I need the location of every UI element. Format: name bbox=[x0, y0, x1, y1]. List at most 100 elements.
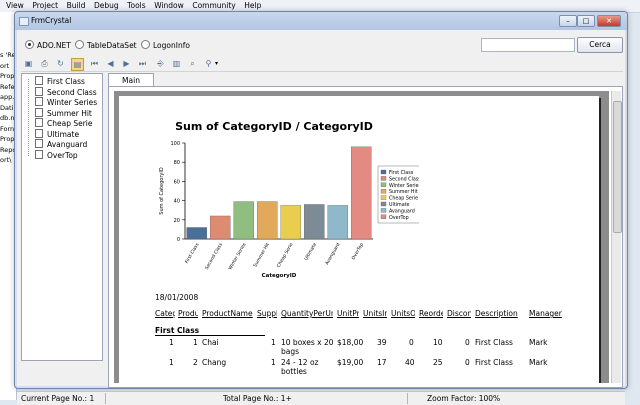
tree-item-summer-hit[interactable]: Summer Hit bbox=[22, 107, 102, 119]
radio-dot bbox=[141, 40, 150, 49]
radio-dot-selected bbox=[25, 40, 34, 49]
cell-unit-price: $18,00 bbox=[337, 338, 364, 347]
maximize-button[interactable]: □ bbox=[577, 15, 595, 27]
frmcrystal-window: FrmCrystal – □ ✕ ADO.NET TableDataSet Lo… bbox=[14, 11, 628, 405]
legend-swatch bbox=[380, 176, 387, 181]
search-icon[interactable]: ⌕ bbox=[187, 58, 198, 69]
legend-swatch bbox=[380, 182, 387, 187]
bar bbox=[209, 215, 231, 240]
chevron-down-icon[interactable]: ▾ bbox=[215, 58, 218, 69]
cell-units-on-order: 40 bbox=[405, 358, 415, 367]
bar bbox=[186, 227, 208, 240]
next-page-icon[interactable]: ▶ bbox=[121, 58, 132, 69]
tab-main-report[interactable]: Main Report bbox=[108, 73, 154, 98]
tree-item-label: Second Class bbox=[47, 87, 97, 97]
close-button[interactable]: ✕ bbox=[597, 15, 621, 27]
col-header-quantity: QuantityPerUni bbox=[281, 309, 333, 318]
col-header-units-in-stock: UnitsIn bbox=[363, 309, 387, 318]
legend-label: Winter Series bbox=[389, 183, 419, 189]
group-underline bbox=[155, 335, 265, 336]
y-tick-label: 100 bbox=[170, 141, 180, 147]
print-icon[interactable]: ⎙ bbox=[39, 58, 50, 69]
bar-chart: 0 20 40 60 80 100 Sum of CategoryID First Class… bbox=[159, 141, 419, 279]
y-tick-label: 60 bbox=[174, 179, 180, 185]
export-icon[interactable]: ▣ bbox=[23, 58, 34, 69]
page-icon bbox=[35, 139, 43, 148]
scrollbar-thumb[interactable] bbox=[613, 101, 622, 233]
status-divider bbox=[105, 393, 106, 404]
bar bbox=[233, 201, 255, 240]
cell-supplier: 1 bbox=[271, 358, 276, 367]
legend-label: Cheap Serie bbox=[389, 196, 418, 202]
cell-product-id: 2 bbox=[193, 358, 198, 367]
group-header: First Class bbox=[155, 326, 200, 335]
radio-tabledataset[interactable]: TableDataSet bbox=[75, 40, 137, 50]
minimize-button[interactable]: – bbox=[559, 15, 577, 27]
title-bar[interactable]: FrmCrystal – □ ✕ bbox=[15, 12, 627, 30]
radio-label: ADO.NET bbox=[37, 41, 71, 50]
x-tick-label: Avanguard bbox=[324, 242, 341, 266]
x-tick-label: First Class bbox=[184, 241, 201, 264]
bar bbox=[303, 204, 325, 240]
radio-ado-net[interactable]: ADO.NET bbox=[25, 40, 71, 50]
y-tick-label: 40 bbox=[174, 199, 180, 205]
col-header-manager: Manager bbox=[529, 309, 562, 318]
search-input[interactable] bbox=[481, 38, 575, 52]
report-page: Sum of CategoryID / CategoryID 0 20 40 60 80… bbox=[119, 96, 599, 383]
vertical-scrollbar[interactable] bbox=[611, 91, 622, 383]
radio-dot bbox=[75, 40, 84, 49]
cell-description: First Class bbox=[475, 358, 513, 367]
report-date: 18/01/2008 bbox=[155, 293, 199, 302]
tree-item-cheap-serie[interactable]: Cheap Serie bbox=[22, 118, 102, 129]
refresh-icon[interactable]: ↻ bbox=[55, 58, 66, 69]
legend-swatch bbox=[380, 208, 387, 213]
tree-item-second-class[interactable]: Second Class bbox=[22, 86, 102, 98]
cell-description: First Class bbox=[475, 338, 513, 347]
toggle-tree-icon[interactable]: ▤ bbox=[71, 58, 84, 71]
col-header-category: Categ bbox=[155, 309, 175, 318]
y-tick-label: 80 bbox=[174, 160, 180, 166]
cell-quantity: 10 boxes x 20 bbox=[281, 338, 334, 347]
cell-discontinued: 0 bbox=[465, 358, 470, 367]
zoom-icon[interactable]: ⚲ bbox=[203, 58, 214, 69]
bar bbox=[350, 146, 372, 240]
cell-units-in-stock: 17 bbox=[377, 358, 387, 367]
radio-logoninfo[interactable]: LogonInfo bbox=[141, 40, 190, 50]
prev-page-icon[interactable]: ◀ bbox=[105, 58, 116, 69]
tree-item-first-class[interactable]: First Class bbox=[22, 76, 102, 87]
y-tick-label: 20 bbox=[174, 218, 180, 224]
tree-item-label: OverTop bbox=[47, 150, 78, 160]
cell-supplier: 1 bbox=[271, 338, 276, 347]
tree-item-overtop[interactable]: OverTop bbox=[22, 149, 102, 161]
cell-quantity-cont: bottles bbox=[281, 367, 307, 376]
first-page-icon[interactable]: ⏮ bbox=[89, 58, 100, 69]
legend-label: Summer Hit bbox=[389, 189, 418, 195]
tree-item-ultimate[interactable]: Ultimate bbox=[22, 128, 102, 140]
x-tick-label: Summer Hit bbox=[252, 242, 271, 269]
tree-item-label: Summer Hit bbox=[47, 108, 92, 118]
tree-item-label: Ultimate bbox=[47, 129, 80, 139]
stop-icon[interactable]: ▥ bbox=[171, 58, 182, 69]
cell-quantity: 24 - 12 oz bbox=[281, 358, 319, 367]
col-header-product-name: ProductName bbox=[202, 309, 253, 318]
x-tick-label: Cheap Serie bbox=[276, 242, 295, 269]
zoom-status: Zoom Factor: 100% bbox=[427, 394, 501, 403]
cell-category: 1 bbox=[169, 358, 174, 367]
cell-product-name: Chai bbox=[202, 338, 219, 347]
col-header-product-id: Produ bbox=[178, 309, 198, 318]
last-page-icon[interactable]: ⏭ bbox=[137, 58, 148, 69]
tree-item-avanguard[interactable]: Avanguard bbox=[22, 139, 102, 150]
tree-item-winter-series[interactable]: Winter Series bbox=[22, 97, 102, 108]
x-axis-label: CategoryID bbox=[262, 273, 297, 279]
tree-item-label: First Class bbox=[47, 77, 85, 86]
window-title: FrmCrystal bbox=[31, 16, 72, 25]
x-tick-label: OverTop bbox=[351, 242, 365, 261]
legend-label: Avanguard bbox=[389, 208, 415, 214]
total-pages-status: Total Page No.: 1+ bbox=[223, 394, 292, 403]
radio-label: LogonInfo bbox=[153, 41, 190, 50]
legend-label: First Class bbox=[389, 170, 414, 176]
legend-swatch bbox=[380, 195, 387, 200]
window-client: ADO.NET TableDataSet LogonInfo Cerca ▣ ⎙… bbox=[17, 30, 625, 405]
goto-page-icon[interactable]: ⎆ bbox=[155, 58, 166, 69]
cerca-button[interactable]: Cerca bbox=[577, 37, 623, 53]
